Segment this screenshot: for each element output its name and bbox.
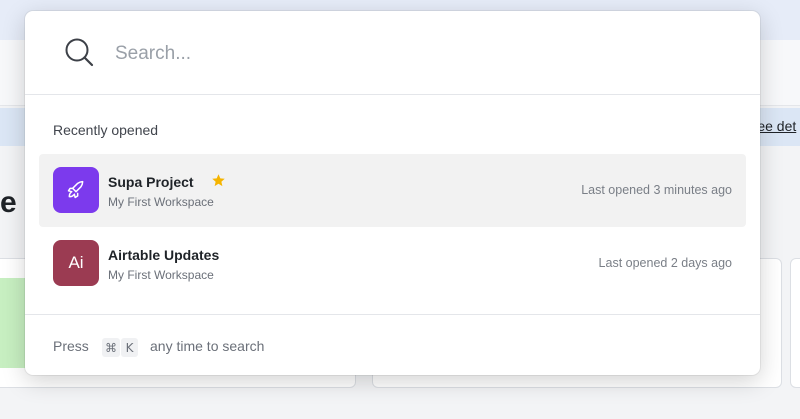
search-input[interactable] xyxy=(115,37,715,71)
recent-item-name: Supa Project xyxy=(108,174,194,190)
recent-item-time: Last opened 3 minutes ago xyxy=(581,183,732,197)
rocket-icon xyxy=(67,180,84,199)
recent-item-workspace: My First Workspace xyxy=(108,268,214,282)
background-card xyxy=(790,258,800,388)
project-avatar xyxy=(53,167,99,213)
project-avatar: Ai xyxy=(53,240,99,286)
background-green-block xyxy=(0,278,26,368)
footer-press-text: Press xyxy=(53,338,89,354)
command-key-badge: ⌘ xyxy=(102,338,120,357)
search-modal: Recently opened Supa Project My First Wo… xyxy=(25,11,760,375)
footer-hint-text: any time to search xyxy=(150,338,265,354)
recently-opened-heading: Recently opened xyxy=(53,122,159,138)
recent-item-time: Last opened 2 days ago xyxy=(598,256,732,270)
avatar-initials: Ai xyxy=(68,253,84,272)
star-icon[interactable] xyxy=(211,173,226,188)
background-heading: e xyxy=(0,186,17,219)
k-key-badge: K xyxy=(121,338,138,357)
search-bar xyxy=(25,11,760,95)
recent-item-supa-project[interactable]: Supa Project My First Workspace Last ope… xyxy=(39,154,746,227)
recent-item-name: Airtable Updates xyxy=(108,247,220,263)
recent-item-airtable-updates[interactable]: Ai Airtable Updates My First Workspace L… xyxy=(39,227,746,300)
recent-item-workspace: My First Workspace xyxy=(108,195,214,209)
search-footer: Press ⌘ K any time to search xyxy=(25,314,760,375)
search-icon xyxy=(65,38,94,67)
